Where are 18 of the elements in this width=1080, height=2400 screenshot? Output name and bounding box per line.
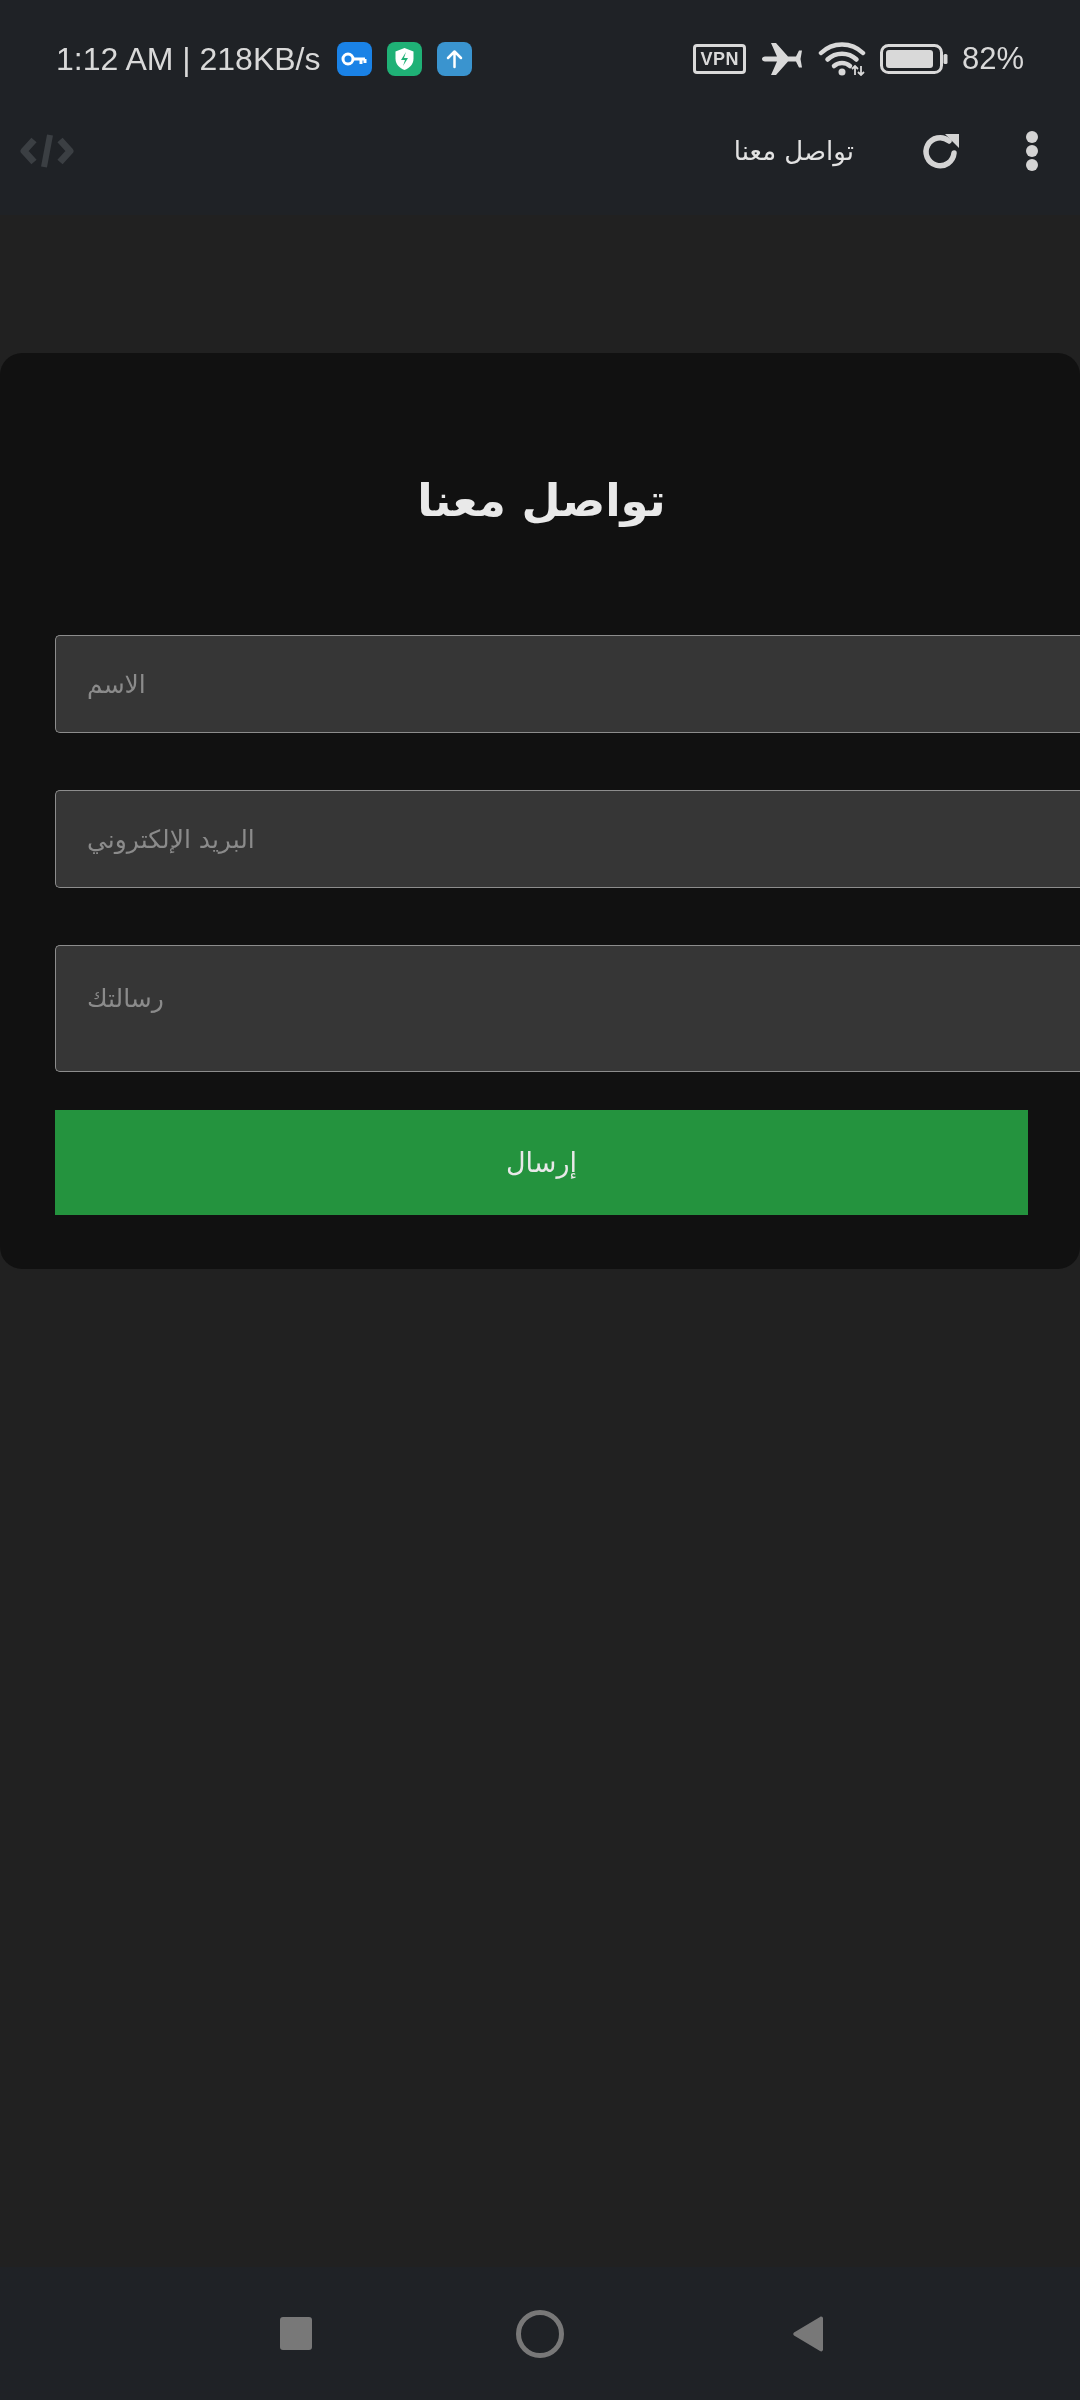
key-icon — [337, 42, 373, 76]
shield-icon — [387, 42, 423, 76]
send-button[interactable]: إرسال — [55, 1110, 1028, 1215]
vpn-badge: VPN — [693, 44, 746, 74]
code-icon — [20, 132, 74, 169]
triangle-icon[interactable] — [792, 2315, 825, 2352]
input-field[interactable]: البريد الإلكتروني — [55, 790, 1080, 888]
battery-percent: 82% — [961, 41, 1024, 77]
input-field[interactable]: الاسم — [55, 635, 1080, 733]
message-field[interactable]: رسالتك — [55, 945, 1080, 1072]
battery-icon — [879, 44, 948, 74]
wifi-icon — [817, 42, 866, 76]
status-time: 1:12 AM | 218KB/s — [56, 40, 321, 78]
more-options-icon[interactable] — [1024, 129, 1040, 172]
circle-icon[interactable] — [516, 2309, 564, 2358]
page-title: تواصل معنا — [733, 135, 854, 166]
airplane-icon — [759, 42, 804, 76]
form-title: تواصل معنا — [416, 473, 667, 529]
